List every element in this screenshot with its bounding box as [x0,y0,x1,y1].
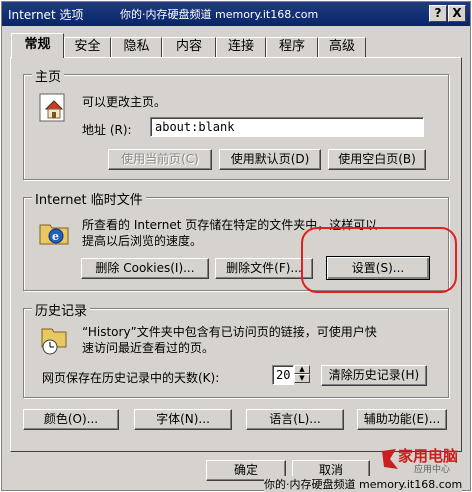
address-label: 地址 (R): [82,123,132,137]
close-button[interactable]: X [448,5,466,22]
temp-files-group-title: Internet 临时文件 [32,189,146,208]
tab-programs[interactable]: 程序 [266,37,318,57]
site-url-overlay: 你的·内存硬盘频道 memory.it168.com [120,8,319,21]
tab-security[interactable]: 安全 [64,37,111,57]
colors-button[interactable]: 颜色(O)... [23,409,119,430]
home-page-description: 可以更改主页。 [82,95,167,109]
accessibility-button[interactable]: 辅助功能(E)... [357,409,447,430]
watermark-logo-subtext: 应用中心 [414,465,451,475]
temp-files-description-line2: 提高以后浏览的速度。 [82,234,203,248]
watermark-logo: 家用电脑 应用中心 [380,445,468,475]
brand-logo-icon [382,449,398,469]
history-description-line1: “History”文件夹中包含有已访问页的链接，可使用户快 [82,325,377,339]
home-page-icon [39,93,65,122]
tab-general[interactable]: 常规 [11,33,64,58]
history-icon [41,328,67,355]
clear-history-button[interactable]: 清除历史记录(H) [321,365,427,386]
history-days-label: 网页保存在历史记录中的天数(K): [42,371,220,385]
temp-files-folder-icon: e [39,224,69,245]
use-current-page-button[interactable]: 使用当前页(C) [108,149,212,170]
use-blank-page-button[interactable]: 使用空白页(B) [328,149,426,170]
use-default-page-button[interactable]: 使用默认页(D) [219,149,321,170]
help-button[interactable]: ? [429,5,447,22]
history-days-spinner[interactable]: ▲ ▼ [294,365,310,385]
tab-advanced[interactable]: 高级 [318,37,366,57]
languages-button[interactable]: 语言(L)... [246,409,344,430]
internet-options-dialog: Internet 选项 你的·内存硬盘频道 memory.it168.com ?… [1,1,471,492]
history-days-input[interactable]: 20 [272,365,294,385]
fonts-button[interactable]: 字体(N)... [134,409,232,430]
window-title: Internet 选项 [8,8,84,22]
history-description-line2: 速访问最近查看过的页。 [82,341,215,355]
home-page-group: 主页 可以更改主页。 地址 (R): about:blank 使用当前页(C) … [23,66,449,180]
delete-files-button[interactable]: 删除文件(F)... [215,258,313,279]
delete-cookies-button[interactable]: 删除 Cookies(I)... [81,258,209,279]
history-group-title: 历史记录 [32,300,91,319]
tab-content[interactable]: 内容 [162,37,216,57]
tab-connections[interactable]: 连接 [216,37,266,57]
svg-text:e: e [52,230,59,243]
home-page-address-input[interactable]: about:blank [150,117,424,137]
spin-up-icon[interactable]: ▲ [294,365,310,374]
title-bar: Internet 选项 你的·内存硬盘频道 memory.it168.com ?… [2,2,470,26]
home-page-group-title: 主页 [32,66,65,85]
tab-privacy[interactable]: 隐私 [111,37,162,57]
highlight-ring-annotation [301,227,457,293]
history-group: 历史记录 “History”文件夹中包含有已访问页的链接，可使用户快 速访问最近… [23,300,449,398]
watermark-footer: 你的·内存硬盘频道 memory.it168.com [264,476,463,492]
spin-down-icon[interactable]: ▼ [294,374,310,383]
